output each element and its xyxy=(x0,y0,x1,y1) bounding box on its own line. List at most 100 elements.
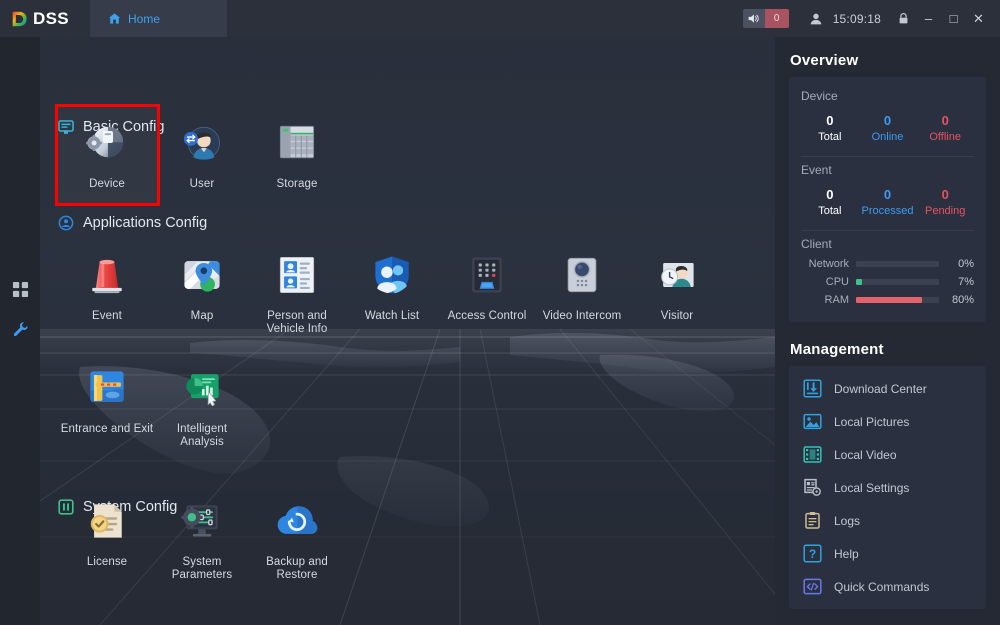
meter-value: 0% xyxy=(946,258,974,270)
tile-entrance-and-exit[interactable]: Entrance and Exit xyxy=(60,362,154,436)
management-item-local-settings[interactable]: Local Settings xyxy=(789,471,986,504)
sound-badge-count: 0 xyxy=(765,9,789,28)
app-circle-icon xyxy=(58,215,74,231)
tile-label: Event xyxy=(92,310,122,323)
tile-label: Visitor xyxy=(661,310,693,323)
tile-event[interactable]: Event xyxy=(60,249,154,323)
tile-user[interactable]: User xyxy=(155,117,249,191)
management-item-local-pictures[interactable]: Local Pictures xyxy=(789,405,986,438)
management-item-local-video[interactable]: Local Video xyxy=(789,438,986,471)
tile-video-intercom[interactable]: Video Intercom xyxy=(535,249,629,323)
device-section-label: Device xyxy=(801,87,974,107)
tile-map[interactable]: Map xyxy=(155,249,249,323)
management-item-label: Download Center xyxy=(834,382,927,396)
meter-network: Network 0% xyxy=(801,255,974,273)
user-card-icon xyxy=(176,117,228,169)
management-item-label: Local Pictures xyxy=(834,415,909,429)
section-title: Applications Config xyxy=(83,215,207,231)
meter-value: 80% xyxy=(946,294,974,306)
tile-label: Person and Vehicle Info xyxy=(250,310,344,336)
cloud-sync-icon xyxy=(271,495,323,547)
tile-license[interactable]: License xyxy=(60,495,154,569)
meter-track xyxy=(856,297,939,303)
meter-track xyxy=(856,279,939,285)
management-item-download-center[interactable]: Download Center xyxy=(789,372,986,405)
system-clock: 15:09:18 xyxy=(829,12,890,26)
meter-fill xyxy=(856,297,922,303)
meter-label: Network xyxy=(801,258,849,270)
stat-value: 0 xyxy=(859,187,917,203)
tile-intelligent-analysis[interactable]: Intelligent Analysis xyxy=(155,362,249,449)
tile-watch-list[interactable]: Watch List xyxy=(345,249,439,323)
maximize-button[interactable]: □ xyxy=(941,0,966,37)
close-button[interactable]: ✕ xyxy=(966,0,991,37)
management-item-help[interactable]: ? Help xyxy=(789,537,986,570)
clipboard-icon xyxy=(803,511,822,530)
user-account-icon[interactable] xyxy=(803,0,829,37)
stat-value: 0 xyxy=(916,113,974,129)
brand-text: DSS xyxy=(33,9,69,29)
tile-label: Device xyxy=(89,178,125,191)
code-box-icon xyxy=(803,577,822,596)
license-certificate-icon xyxy=(81,495,133,547)
meter-track xyxy=(856,261,939,267)
event-stats: 0 Total 0 Processed 0 Pending xyxy=(801,181,974,220)
tile-device[interactable]: Device xyxy=(60,117,154,191)
stat-value: 0 xyxy=(859,113,917,129)
intercom-panel-icon xyxy=(556,249,608,301)
tile-label: System Parameters xyxy=(155,556,249,582)
map-pin-icon xyxy=(176,249,228,301)
system-sliders-icon xyxy=(176,495,228,547)
main-canvas: Basic Config xyxy=(40,37,775,625)
tile-label: Intelligent Analysis xyxy=(155,423,249,449)
management-title: Management xyxy=(789,322,986,366)
management-item-logs[interactable]: Logs xyxy=(789,504,986,537)
question-box-icon: ? xyxy=(803,544,822,563)
stat-value: 0 xyxy=(801,187,859,203)
lock-icon[interactable] xyxy=(890,0,916,37)
tile-backup-and-restore[interactable]: Backup and Restore xyxy=(250,495,344,582)
stat-device-total[interactable]: 0 Total xyxy=(801,113,859,144)
stat-event-total[interactable]: 0 Total xyxy=(801,187,859,218)
shield-people-icon xyxy=(366,249,418,301)
minimize-button[interactable]: – xyxy=(916,0,941,37)
visitor-badge-icon xyxy=(651,249,703,301)
download-box-icon xyxy=(803,379,822,398)
stat-device-online[interactable]: 0 Online xyxy=(859,113,917,144)
picture-icon xyxy=(803,412,822,431)
tab-home[interactable]: Home xyxy=(90,0,228,37)
barrier-gate-icon xyxy=(81,362,133,414)
tile-label: Backup and Restore xyxy=(250,556,344,582)
management-item-quick-commands[interactable]: Quick Commands xyxy=(789,570,986,603)
tile-system-parameters[interactable]: System Parameters xyxy=(155,495,249,582)
keypad-reader-icon xyxy=(461,249,513,301)
id-card-icon xyxy=(271,249,323,301)
tab-label: Home xyxy=(128,12,160,26)
wrench-icon[interactable] xyxy=(0,309,40,349)
device-gear-icon xyxy=(81,117,133,169)
client-section-label: Client xyxy=(801,235,974,255)
tile-storage[interactable]: Storage xyxy=(250,117,344,191)
stat-label: Total xyxy=(801,130,859,144)
stat-label: Online xyxy=(859,130,917,144)
apps-grid-icon[interactable] xyxy=(0,269,40,309)
settings-doc-icon xyxy=(803,478,822,497)
sound-indicator[interactable]: 0 xyxy=(743,9,789,28)
management-item-label: Help xyxy=(834,547,859,561)
meter-ram: RAM 80% xyxy=(801,291,974,309)
stat-event-pending[interactable]: 0 Pending xyxy=(916,187,974,218)
tile-access-control[interactable]: Access Control xyxy=(440,249,534,323)
meter-label: RAM xyxy=(801,294,849,306)
tile-visitor[interactable]: Visitor xyxy=(630,249,724,323)
stat-device-offline[interactable]: 0 Offline xyxy=(916,113,974,144)
overview-divider-1 xyxy=(801,156,974,157)
titlebar-actions: 0 15:09:18 – □ ✕ xyxy=(743,0,1000,37)
tile-label: Entrance and Exit xyxy=(61,423,153,436)
right-panel: Overview Device 0 Total 0 Online 0 Offli… xyxy=(775,37,1000,625)
stat-event-processed[interactable]: 0 Processed xyxy=(859,187,917,218)
tile-person-and-vehicle-info[interactable]: Person and Vehicle Info xyxy=(250,249,344,336)
left-rail xyxy=(0,37,40,625)
tile-label: User xyxy=(190,178,215,191)
storage-rack-icon xyxy=(271,117,323,169)
section-header-applications-config: Applications Config xyxy=(58,215,207,231)
